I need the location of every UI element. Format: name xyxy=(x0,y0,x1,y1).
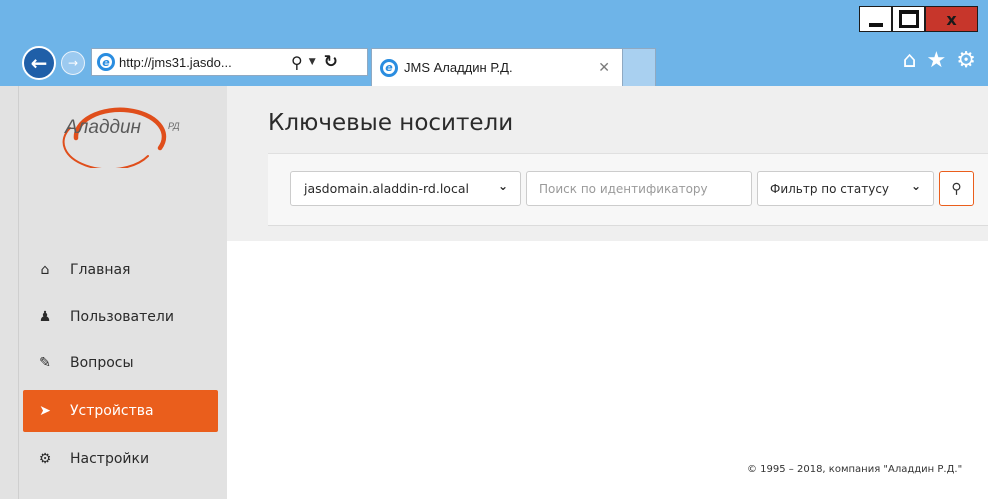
sidebar-item-devices[interactable]: ➤ Устройства xyxy=(23,390,218,432)
edit-icon: ✎ xyxy=(39,355,51,371)
id-search-input[interactable]: Поиск по идентификатору xyxy=(526,171,752,206)
sidebar-item-label: Настройки xyxy=(70,451,150,467)
chevron-down-icon: ⌄ xyxy=(910,179,921,193)
browser-toolbar: ← → e http://jms31.jasdo... ⚲ ▼ ↻ e JMS … xyxy=(0,38,988,86)
toolbar-icons: ⌂ ★ ⚙ xyxy=(903,48,976,74)
logo-superscript: РД xyxy=(168,121,180,131)
domain-select[interactable]: jasdomain.aladdin-rd.local ⌄ xyxy=(290,171,521,206)
address-bar[interactable]: e http://jms31.jasdo... ⚲ ▼ ↻ xyxy=(91,48,368,76)
user-icon: ♟ xyxy=(38,309,52,325)
sidebar-item-label: Устройства xyxy=(70,403,154,419)
sidebar-item-settings[interactable]: ⚙ Настройки xyxy=(23,438,218,480)
logo-name: Аладдин xyxy=(65,117,141,138)
browser-tab[interactable]: e JMS Аладдин Р.Д. ✕ xyxy=(371,48,623,86)
id-search-placeholder: Поиск по идентификатору xyxy=(539,181,708,196)
sidebar-item-questions[interactable]: ✎ Вопросы xyxy=(23,342,218,384)
footer-copyright: © 1995 – 2018, компания "Аладдин Р.Д." xyxy=(747,464,963,475)
search-icon[interactable]: ⚲ xyxy=(291,53,303,72)
sidebar-divider xyxy=(18,86,19,499)
tab-title: JMS Аладдин Р.Д. xyxy=(404,60,513,75)
home-icon: ⌂ xyxy=(40,262,50,278)
status-select-value: Фильтр по статусу xyxy=(770,181,890,196)
chevron-down-icon[interactable]: ▼ xyxy=(309,57,316,67)
close-tab-icon[interactable]: ✕ xyxy=(598,60,610,76)
tags-icon: ➤ xyxy=(39,403,51,419)
aladdin-logo[interactable]: Аладдин РД xyxy=(52,98,192,168)
sidebar-item-label: Главная xyxy=(70,262,131,278)
gear-icon[interactable]: ⚙ xyxy=(956,48,976,74)
sidebar-item-users[interactable]: ♟ Пользователи xyxy=(23,296,218,338)
search-button[interactable]: ⚲ xyxy=(939,171,974,206)
address-text[interactable]: http://jms31.jasdo... xyxy=(119,55,277,70)
gear-icon: ⚙ xyxy=(38,451,52,467)
new-tab-button[interactable] xyxy=(623,48,656,86)
home-icon[interactable]: ⌂ xyxy=(903,48,917,74)
forward-button[interactable]: → xyxy=(61,51,85,75)
page-title: Ключевые носители xyxy=(268,110,514,136)
search-icon: ⚲ xyxy=(951,180,962,197)
domain-select-value: jasdomain.aladdin-rd.local xyxy=(304,181,469,196)
browser-window: x ← → e http://jms31.jasdo... ⚲ ▼ ↻ e JM… xyxy=(0,0,988,499)
minimize-button[interactable] xyxy=(859,6,892,32)
sidebar-item-label: Вопросы xyxy=(70,355,134,371)
ie-icon: e xyxy=(380,58,398,77)
sidebar-item-label: Пользователи xyxy=(70,309,174,325)
close-window-button[interactable]: x xyxy=(925,6,978,32)
sidebar-item-home[interactable]: ⌂ Главная xyxy=(23,249,218,291)
maximize-button[interactable] xyxy=(892,6,925,32)
title-bar: x xyxy=(0,0,988,38)
status-filter-select[interactable]: Фильтр по статусу ⌄ xyxy=(757,171,934,206)
refresh-icon[interactable]: ↻ xyxy=(324,52,338,72)
back-button[interactable]: ← xyxy=(22,46,56,80)
ie-icon: e xyxy=(97,53,115,71)
favorites-star-icon[interactable]: ★ xyxy=(927,48,947,74)
chevron-down-icon: ⌄ xyxy=(497,179,508,193)
